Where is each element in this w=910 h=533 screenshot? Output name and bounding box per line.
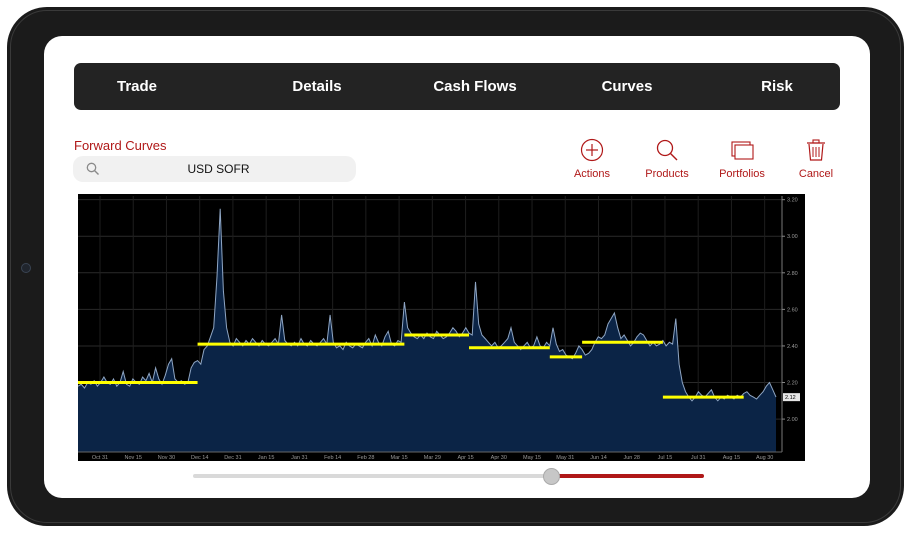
actions-button[interactable]: Actions bbox=[570, 138, 614, 180]
tab-risk[interactable]: Risk bbox=[742, 78, 812, 95]
folders-icon bbox=[731, 141, 754, 160]
y-tick-label: 2.80 bbox=[787, 271, 798, 277]
portfolios-label: Portfolios bbox=[719, 168, 765, 180]
last-value-label: 2.12 bbox=[785, 395, 796, 401]
actions-label: Actions bbox=[573, 168, 611, 180]
tab-cash-flows[interactable]: Cash Flows bbox=[420, 78, 530, 95]
camera-icon bbox=[21, 263, 31, 273]
app-screen: Trade Details Cash Flows Curves Risk For… bbox=[44, 36, 870, 498]
x-tick-label: Feb 14 bbox=[324, 455, 341, 461]
x-tick-label: Oct 31 bbox=[92, 455, 108, 461]
x-tick-label: Aug 30 bbox=[756, 455, 773, 461]
slider-fill bbox=[550, 474, 704, 478]
x-tick-label: Jul 15 bbox=[658, 455, 673, 461]
y-tick-label: 2.40 bbox=[787, 344, 798, 350]
cancel-label: Cancel bbox=[798, 168, 834, 180]
y-tick-label: 2.00 bbox=[787, 417, 798, 423]
tab-details[interactable]: Details bbox=[274, 78, 360, 95]
tab-trade[interactable]: Trade bbox=[74, 78, 200, 95]
forward-curve-chart[interactable]: 2.00 2.20 2.40 2.60 2.80 3.00 3.20 2.12 Oct 31 No… bbox=[77, 194, 805, 461]
search-value[interactable]: USD SOFR bbox=[73, 162, 356, 176]
time-range-slider[interactable] bbox=[193, 465, 704, 487]
x-tick-label: Dec 14 bbox=[191, 455, 208, 461]
y-tick-label: 3.20 bbox=[787, 198, 798, 204]
x-tick-label: Jun 14 bbox=[590, 455, 607, 461]
x-tick-label: Jan 15 bbox=[258, 455, 275, 461]
plus-circle-icon bbox=[580, 138, 604, 162]
x-tick-label: Jun 28 bbox=[623, 455, 640, 461]
products-button[interactable]: Products bbox=[642, 138, 692, 180]
curve-search[interactable]: USD SOFR bbox=[73, 156, 356, 182]
y-tick-label: 2.60 bbox=[787, 307, 798, 313]
trash-icon bbox=[807, 139, 825, 161]
x-tick-label: Nov 15 bbox=[125, 455, 142, 461]
x-tick-label: Aug 15 bbox=[723, 455, 740, 461]
x-tick-label: Feb 28 bbox=[357, 455, 374, 461]
y-tick-label: 2.20 bbox=[787, 381, 798, 387]
portfolios-button[interactable]: Portfolios bbox=[715, 138, 769, 180]
x-tick-label: Dec 31 bbox=[224, 455, 241, 461]
y-tick-label: 3.00 bbox=[787, 234, 798, 240]
magnifier-icon bbox=[656, 139, 678, 161]
products-label: Products bbox=[645, 168, 689, 180]
section-title: Forward Curves bbox=[74, 138, 167, 153]
chart-svg: 2.00 2.20 2.40 2.60 2.80 3.00 3.20 2.12 Oct 31 No… bbox=[77, 196, 800, 461]
cancel-button[interactable]: Cancel bbox=[797, 138, 835, 180]
tab-bar: Trade Details Cash Flows Curves Risk bbox=[74, 63, 840, 110]
x-tick-label: May 15 bbox=[523, 455, 541, 461]
x-tick-label: Nov 30 bbox=[158, 455, 175, 461]
x-tick-label: Apr 15 bbox=[457, 455, 473, 461]
x-tick-label: Mar 29 bbox=[424, 455, 441, 461]
x-tick-label: Jul 31 bbox=[691, 455, 706, 461]
series-area bbox=[78, 208, 776, 452]
x-tick-label: Mar 15 bbox=[391, 455, 408, 461]
tab-curves[interactable]: Curves bbox=[587, 78, 667, 95]
x-tick-label: May 31 bbox=[556, 455, 574, 461]
x-tick-label: Apr 30 bbox=[491, 455, 507, 461]
x-tick-label: Jan 31 bbox=[291, 455, 308, 461]
slider-thumb[interactable] bbox=[542, 468, 560, 485]
